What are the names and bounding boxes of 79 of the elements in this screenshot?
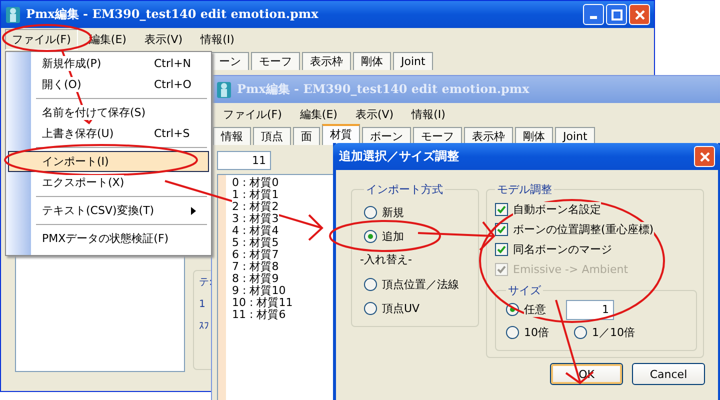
menu-entry[interactable]: テキスト(CSV)変換(T) bbox=[8, 200, 209, 221]
count-field[interactable]: 11 bbox=[217, 151, 271, 170]
panel-label: ｽﾌ bbox=[199, 321, 210, 333]
menu-item[interactable]: 情報(I) bbox=[194, 28, 242, 50]
section-label: -入れ替え- bbox=[360, 252, 413, 268]
window-title: Pmx編集 - EM390_test140 edit emotion.pmx bbox=[237, 81, 530, 98]
checkbox-label: Emissive -> Ambient bbox=[513, 262, 628, 276]
checkbox[interactable] bbox=[495, 202, 508, 216]
radio-label: 任意 bbox=[524, 302, 546, 317]
close-icon bbox=[634, 8, 646, 20]
panel-label: 1 bbox=[199, 299, 206, 311]
menu-item[interactable]: ファイル(F) bbox=[5, 28, 78, 50]
menu-entry[interactable]: インポート(I) bbox=[8, 151, 209, 172]
menu-item[interactable]: 情報(I) bbox=[404, 104, 452, 124]
tab[interactable]: ーン bbox=[211, 52, 249, 70]
close-button[interactable] bbox=[629, 4, 650, 25]
menu-entry[interactable]: 上書き保存(U) Ctrl+S bbox=[8, 123, 209, 144]
radio-label: 1／10倍 bbox=[592, 325, 635, 340]
tab[interactable]: 面 bbox=[293, 127, 320, 145]
list-item[interactable]: 8 : 材質9 bbox=[232, 273, 279, 285]
panel-label: テ: bbox=[199, 277, 214, 289]
size-field[interactable]: 1 bbox=[566, 300, 614, 320]
radio-button[interactable] bbox=[364, 206, 377, 218]
menu-item[interactable]: ファイル(F) bbox=[216, 104, 289, 124]
app-icon bbox=[5, 6, 21, 24]
radio-button[interactable] bbox=[506, 326, 519, 339]
group-title: インポート方式 bbox=[365, 182, 444, 197]
tab[interactable]: 情報 bbox=[213, 127, 251, 145]
radio-button[interactable] bbox=[364, 302, 377, 314]
list-item[interactable]: 2 : 材質2 bbox=[232, 201, 279, 213]
list-item[interactable]: 5 : 材質5 bbox=[232, 237, 279, 249]
menu-entry[interactable]: 名前を付けて保存(S) bbox=[8, 102, 209, 123]
tab[interactable]: 表示枠 bbox=[302, 52, 351, 70]
close-icon bbox=[698, 150, 710, 162]
submenu-arrow-icon bbox=[191, 206, 196, 214]
radio-label: 頂点UV bbox=[382, 300, 420, 316]
list-item[interactable]: 1 : 材質1 bbox=[232, 189, 279, 201]
group-title: モデル調整 bbox=[496, 182, 553, 197]
checkbox-label: ボーンの位置調整(重心座標) bbox=[513, 222, 654, 236]
dialog-button[interactable]: Cancel bbox=[632, 363, 705, 385]
menu-entry[interactable]: 新規作成(P) Ctrl+N bbox=[8, 53, 209, 74]
group-title: サイズ bbox=[507, 283, 542, 298]
list-item[interactable]: 0 : 材質0 bbox=[232, 177, 279, 189]
radio-label: 頂点位置／法線 bbox=[382, 276, 459, 292]
menu-item[interactable]: 編集(E) bbox=[292, 104, 344, 124]
maximize-button[interactable] bbox=[606, 4, 627, 25]
radio-button[interactable] bbox=[364, 230, 377, 242]
menu-item[interactable]: 表示(V) bbox=[348, 104, 401, 124]
window-title: Pmx編集 - EM390_test140 edit emotion.pmx bbox=[26, 6, 318, 23]
list-item[interactable]: 7 : 材質8 bbox=[232, 261, 279, 273]
dialog-title: 追加選択／サイズ調整 bbox=[339, 148, 459, 165]
list-item[interactable]: 9 : 材質10 bbox=[232, 285, 286, 297]
menu-entry[interactable]: 開く(O) Ctrl+O bbox=[8, 74, 209, 95]
checkbox[interactable] bbox=[495, 242, 508, 256]
list-item[interactable]: 10 : 材質11 bbox=[232, 297, 293, 309]
radio-label: 追加 bbox=[382, 228, 404, 244]
list-item[interactable]: 3 : 材質3 bbox=[232, 213, 279, 225]
list-item[interactable]: 6 : 材質7 bbox=[232, 249, 279, 261]
tab[interactable]: 剛体 bbox=[353, 52, 391, 70]
menu-item[interactable]: 表示(V) bbox=[137, 28, 190, 50]
radio-button[interactable] bbox=[574, 326, 587, 339]
list-item[interactable]: 4 : 材質4 bbox=[232, 225, 279, 237]
app-icon bbox=[216, 80, 232, 98]
tab[interactable]: 頂点 bbox=[253, 127, 291, 145]
tab[interactable]: Joint bbox=[393, 52, 434, 70]
tab[interactable]: 材質 bbox=[322, 124, 360, 145]
checkbox-label: 同名ボーンのマージ bbox=[513, 242, 612, 256]
checkbox-label: 自動ボーン名設定 bbox=[513, 202, 601, 216]
maximize-icon bbox=[610, 8, 622, 20]
minimize-icon bbox=[590, 16, 597, 19]
menu-entry[interactable]: PMXデータの状態検証(F) bbox=[8, 228, 209, 249]
radio-label: 新規 bbox=[382, 204, 404, 220]
menu-entry[interactable]: エクスポート(X) bbox=[8, 172, 209, 193]
radio-button[interactable] bbox=[364, 278, 377, 290]
radio-label: 10倍 bbox=[524, 325, 549, 340]
minimize-button[interactable] bbox=[583, 4, 604, 25]
list-item[interactable]: 11 : 材質6 bbox=[232, 309, 286, 321]
close-button[interactable] bbox=[694, 146, 715, 167]
tab[interactable]: モーフ bbox=[251, 52, 300, 70]
